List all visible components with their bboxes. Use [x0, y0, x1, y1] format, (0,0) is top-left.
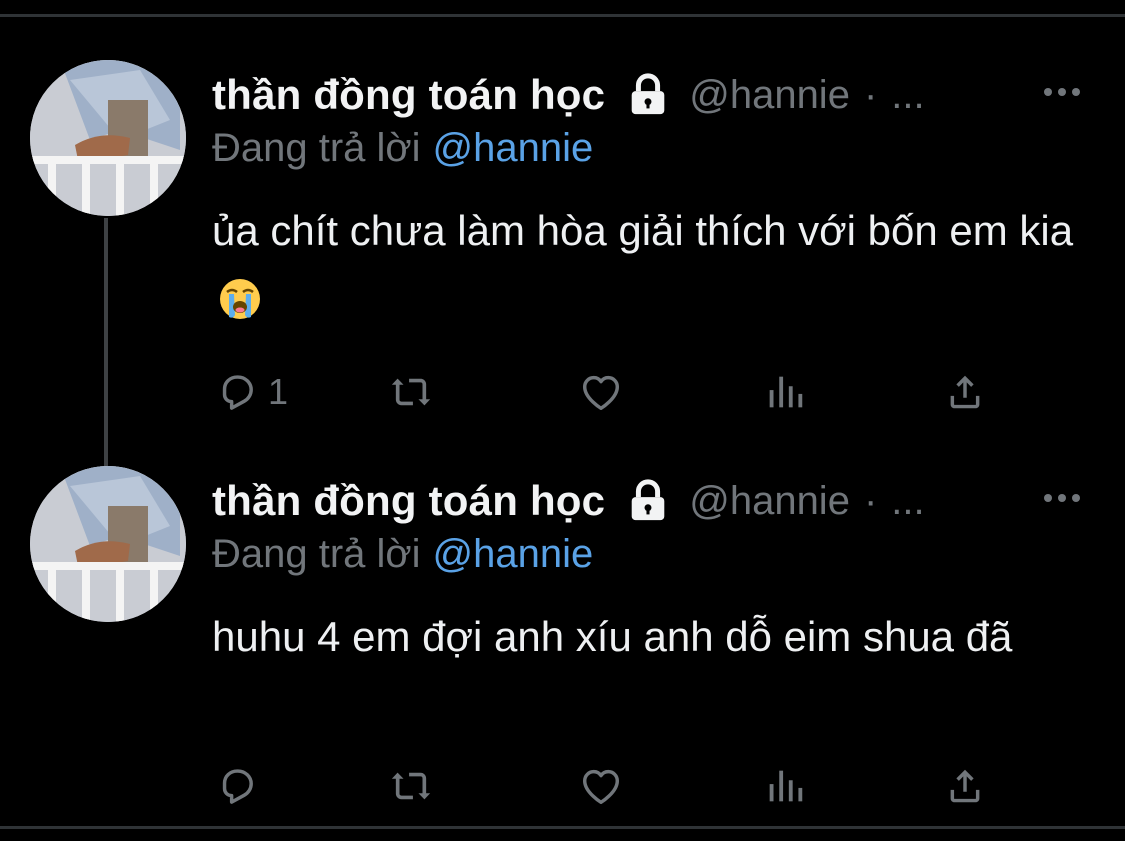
- replying-to: Đang trả lời @hannie: [212, 532, 593, 577]
- avatar[interactable]: [30, 466, 186, 622]
- reply-count: 1: [268, 371, 289, 412]
- reply-icon: [222, 375, 253, 410]
- reply-button[interactable]: 1: [214, 366, 288, 418]
- separator: ·: [863, 72, 878, 117]
- display-name[interactable]: thần đồng toán học: [212, 71, 605, 119]
- views-icon: [769, 770, 803, 802]
- share-button[interactable]: [942, 366, 988, 418]
- share-button[interactable]: [942, 760, 988, 812]
- tweet-text: huhu 4 em đợi anh xíu anh dỗ eim shua đã: [212, 602, 1092, 672]
- tweet-actions: [212, 760, 1032, 812]
- retweet-button[interactable]: [388, 366, 434, 418]
- share-icon: [950, 769, 980, 803]
- share-icon: [950, 375, 980, 409]
- tweet-header: thần đồng toán học @hannie · ...: [212, 66, 925, 124]
- bottom-divider: [0, 826, 1125, 829]
- views-icon: [769, 376, 803, 408]
- handle[interactable]: @hannie: [689, 73, 850, 118]
- reply-icon: [222, 769, 253, 804]
- reply-button[interactable]: [214, 760, 268, 812]
- avatar-image: [30, 60, 186, 216]
- loudly-crying-face-icon: [220, 279, 260, 319]
- like-button[interactable]: [578, 760, 624, 812]
- replying-to-handle[interactable]: @hannie: [433, 532, 594, 576]
- separator: ·: [863, 478, 878, 523]
- lock-icon: [631, 73, 665, 115]
- like-button[interactable]: [578, 366, 624, 418]
- more-icon[interactable]: [1042, 490, 1082, 506]
- views-button[interactable]: [762, 760, 808, 812]
- display-name[interactable]: thần đồng toán học: [212, 477, 605, 525]
- lock-icon: [631, 479, 665, 521]
- views-button[interactable]: [762, 366, 808, 418]
- tweet-actions: 1: [212, 366, 1032, 418]
- heart-icon: [582, 769, 620, 805]
- replying-to: Đang trả lời @hannie: [212, 126, 593, 171]
- handle[interactable]: @hannie: [689, 479, 850, 524]
- timestamp-truncated: ...: [891, 478, 925, 523]
- top-divider: [0, 14, 1125, 17]
- retweet-icon: [391, 378, 431, 406]
- more-icon[interactable]: [1042, 84, 1082, 100]
- retweet-button[interactable]: [388, 760, 434, 812]
- tweet-text-body: ủa chít chưa làm hòa giải thích với bốn …: [212, 207, 1074, 254]
- avatar[interactable]: [30, 60, 186, 216]
- thread-connector-line: [104, 218, 108, 466]
- avatar-image: [30, 466, 186, 622]
- replying-label: Đang trả lời: [212, 126, 421, 170]
- replying-label: Đang trả lời: [212, 532, 421, 576]
- tweet-header: thần đồng toán học @hannie · ...: [212, 472, 925, 530]
- timestamp-truncated: ...: [891, 72, 925, 117]
- replying-to-handle[interactable]: @hannie: [433, 126, 594, 170]
- retweet-icon: [391, 772, 431, 800]
- tweet-text: ủa chít chưa làm hòa giải thích với bốn …: [212, 196, 1092, 336]
- heart-icon: [582, 375, 620, 411]
- tweet-text-body: huhu 4 em đợi anh xíu anh dỗ eim shua đã: [212, 613, 1013, 660]
